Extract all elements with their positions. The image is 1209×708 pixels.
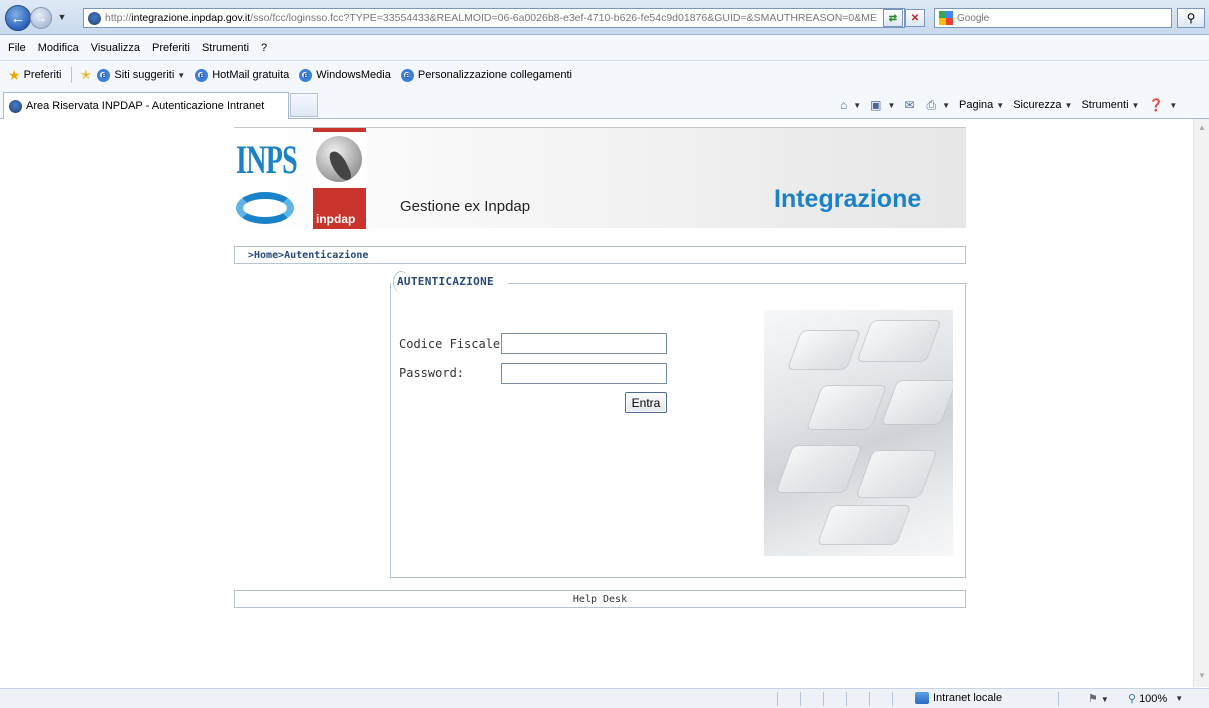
menu-modifica[interactable]: Modifica bbox=[38, 42, 79, 54]
rss-icon: ▣ bbox=[870, 98, 882, 112]
ie-page-icon: e bbox=[400, 68, 414, 82]
codice-fiscale-label: Codice Fiscale: bbox=[399, 337, 508, 351]
tab-active[interactable]: Area Riservata INPDAP - Autenticazione I… bbox=[3, 92, 289, 119]
stop-button[interactable]: ✕ bbox=[905, 9, 925, 27]
codice-fiscale-input[interactable] bbox=[501, 333, 667, 354]
fav-label: Siti suggeriti bbox=[114, 69, 175, 81]
fav-windowsmedia[interactable]: e WindowsMedia bbox=[299, 68, 391, 82]
menu-visualizza[interactable]: Visualizza bbox=[91, 42, 140, 54]
fav-personalizzazione[interactable]: e Personalizzazione collegamenti bbox=[400, 68, 572, 82]
scroll-down-icon[interactable]: ▼ bbox=[1196, 671, 1208, 683]
zoom-level: 100% bbox=[1139, 692, 1168, 705]
help-desk-label[interactable]: Help Desk bbox=[573, 594, 627, 605]
search-input[interactable] bbox=[957, 12, 1157, 24]
home-icon: ⌂ bbox=[840, 98, 848, 112]
print-button[interactable]: ⎙ ▼ bbox=[927, 98, 951, 113]
search-button[interactable]: ⚲ bbox=[1177, 8, 1205, 28]
help-desk-link[interactable]: Help Desk bbox=[234, 590, 966, 608]
password-label: Password: bbox=[399, 366, 465, 380]
ie-page-icon: e bbox=[195, 68, 209, 82]
menu-bar: File Modifica Visualizza Preferiti Strum… bbox=[0, 35, 1209, 61]
entra-button[interactable]: Entra bbox=[625, 392, 667, 413]
back-arrow-icon: ← bbox=[10, 9, 26, 27]
ie-page-icon: e bbox=[299, 68, 313, 82]
page-favicon-icon bbox=[88, 11, 101, 25]
password-input[interactable] bbox=[501, 363, 667, 384]
favorites-bar: ★ Preferiti ✭ e Siti suggeriti ▼ e HotMail g… bbox=[0, 61, 1209, 89]
google-icon bbox=[939, 11, 953, 25]
zoom-icon: ⚲ bbox=[1128, 693, 1137, 705]
url-text: http://integrazione.inpdap.gov.it/sso/fc… bbox=[105, 12, 877, 24]
mail-icon: ✉ bbox=[904, 98, 915, 112]
star-icon: ★ bbox=[8, 66, 21, 83]
back-button[interactable]: ← bbox=[5, 5, 31, 31]
page-favicon-icon bbox=[9, 99, 22, 113]
breadcrumb-text[interactable]: >Home>Autenticazione bbox=[248, 250, 368, 261]
page-menu[interactable]: Pagina ▼ bbox=[959, 99, 1004, 111]
panel-top-border bbox=[508, 283, 967, 284]
add-favorite-icon[interactable]: ✭ bbox=[80, 67, 91, 83]
fav-label: HotMail gratuita bbox=[212, 69, 290, 81]
tools-menu[interactable]: Strumenti ▼ bbox=[1081, 99, 1139, 111]
forward-arrow-icon: → bbox=[35, 11, 47, 25]
inpdap-top-bar bbox=[313, 128, 366, 132]
forward-button[interactable]: → bbox=[30, 7, 52, 29]
magnifier-icon: ⚲ bbox=[1186, 11, 1196, 25]
url-field[interactable]: http://integrazione.inpdap.gov.it/sso/fc… bbox=[83, 8, 905, 28]
menu-file[interactable]: File bbox=[8, 42, 26, 54]
breadcrumb[interactable]: >Home>Autenticazione bbox=[234, 246, 966, 264]
command-bar: ⌂ ▼ ▣ ▼ ✉ ⎙ ▼ Pagina ▼ Sicurezza ▼ Strumenti ▼… bbox=[840, 96, 1186, 114]
history-dropdown-icon[interactable]: ▼ bbox=[56, 10, 68, 24]
inps-logo-text: INPS bbox=[236, 137, 298, 182]
scroll-up-icon[interactable]: ▲ bbox=[1196, 123, 1208, 135]
menu-help[interactable]: ? bbox=[261, 42, 267, 54]
refresh-button[interactable]: ⇄ bbox=[883, 9, 903, 27]
tab-title: Area Riservata INPDAP - Autenticazione I… bbox=[26, 100, 265, 112]
new-tab-button[interactable] bbox=[290, 93, 318, 117]
keyboard-image bbox=[764, 310, 953, 556]
menu-preferiti[interactable]: Preferiti bbox=[152, 42, 190, 54]
page-header-banner: INPS inpdap Gestione ex Inpdap Integrazi… bbox=[234, 127, 966, 229]
fav-hotmail[interactable]: e HotMail gratuita bbox=[195, 68, 290, 82]
separator bbox=[71, 67, 73, 83]
favorites-label: Preferiti bbox=[23, 69, 62, 81]
inps-logo: INPS bbox=[234, 134, 310, 226]
security-zone[interactable]: Intranet locale bbox=[915, 692, 1002, 704]
protected-mode-icon[interactable]: ⚑ ▼ bbox=[1088, 692, 1109, 705]
menu-strumenti[interactable]: Strumenti bbox=[202, 42, 249, 54]
header-title: Integrazione bbox=[774, 185, 922, 213]
status-bar: Intranet locale ⚑ ▼ ⚲ 100% ▼ bbox=[0, 688, 1209, 708]
printer-icon: ⎙ bbox=[926, 97, 937, 112]
intranet-zone-icon bbox=[915, 692, 929, 704]
italy-globe-icon bbox=[316, 136, 362, 184]
search-box[interactable] bbox=[934, 8, 1172, 28]
vertical-scrollbar[interactable]: ▲ ▼ bbox=[1193, 119, 1209, 687]
feeds-button[interactable]: ▣ ▼ bbox=[870, 98, 895, 112]
home-button[interactable]: ⌂ ▼ bbox=[840, 98, 861, 112]
ie-page-icon: e bbox=[97, 68, 111, 82]
inpdap-logo-text: inpdap bbox=[316, 212, 356, 226]
inpdap-red-box: inpdap bbox=[313, 188, 366, 229]
fav-label: WindowsMedia bbox=[316, 69, 391, 81]
help-icon: ❓ bbox=[1148, 98, 1164, 112]
fav-siti-suggeriti[interactable]: e Siti suggeriti ▼ bbox=[97, 68, 185, 82]
zoom-control[interactable]: ⚲ 100% ▼ bbox=[1128, 692, 1183, 706]
mail-button[interactable]: ✉ bbox=[904, 98, 917, 112]
address-bar-area: ← → ▼ http://integrazione.inpdap.gov.it/… bbox=[0, 0, 1209, 35]
inpdap-logo: inpdap bbox=[313, 128, 366, 229]
inps-arrows-icon bbox=[236, 192, 294, 224]
favorites-button[interactable]: ★ Preferiti bbox=[8, 67, 61, 84]
header-subtitle: Gestione ex Inpdap bbox=[400, 198, 531, 215]
security-menu[interactable]: Sicurezza ▼ bbox=[1013, 99, 1072, 111]
help-menu[interactable]: ❓ ▼ bbox=[1148, 98, 1177, 112]
zone-label: Intranet locale bbox=[933, 692, 1003, 704]
fav-label: Personalizzazione collegamenti bbox=[417, 69, 572, 81]
